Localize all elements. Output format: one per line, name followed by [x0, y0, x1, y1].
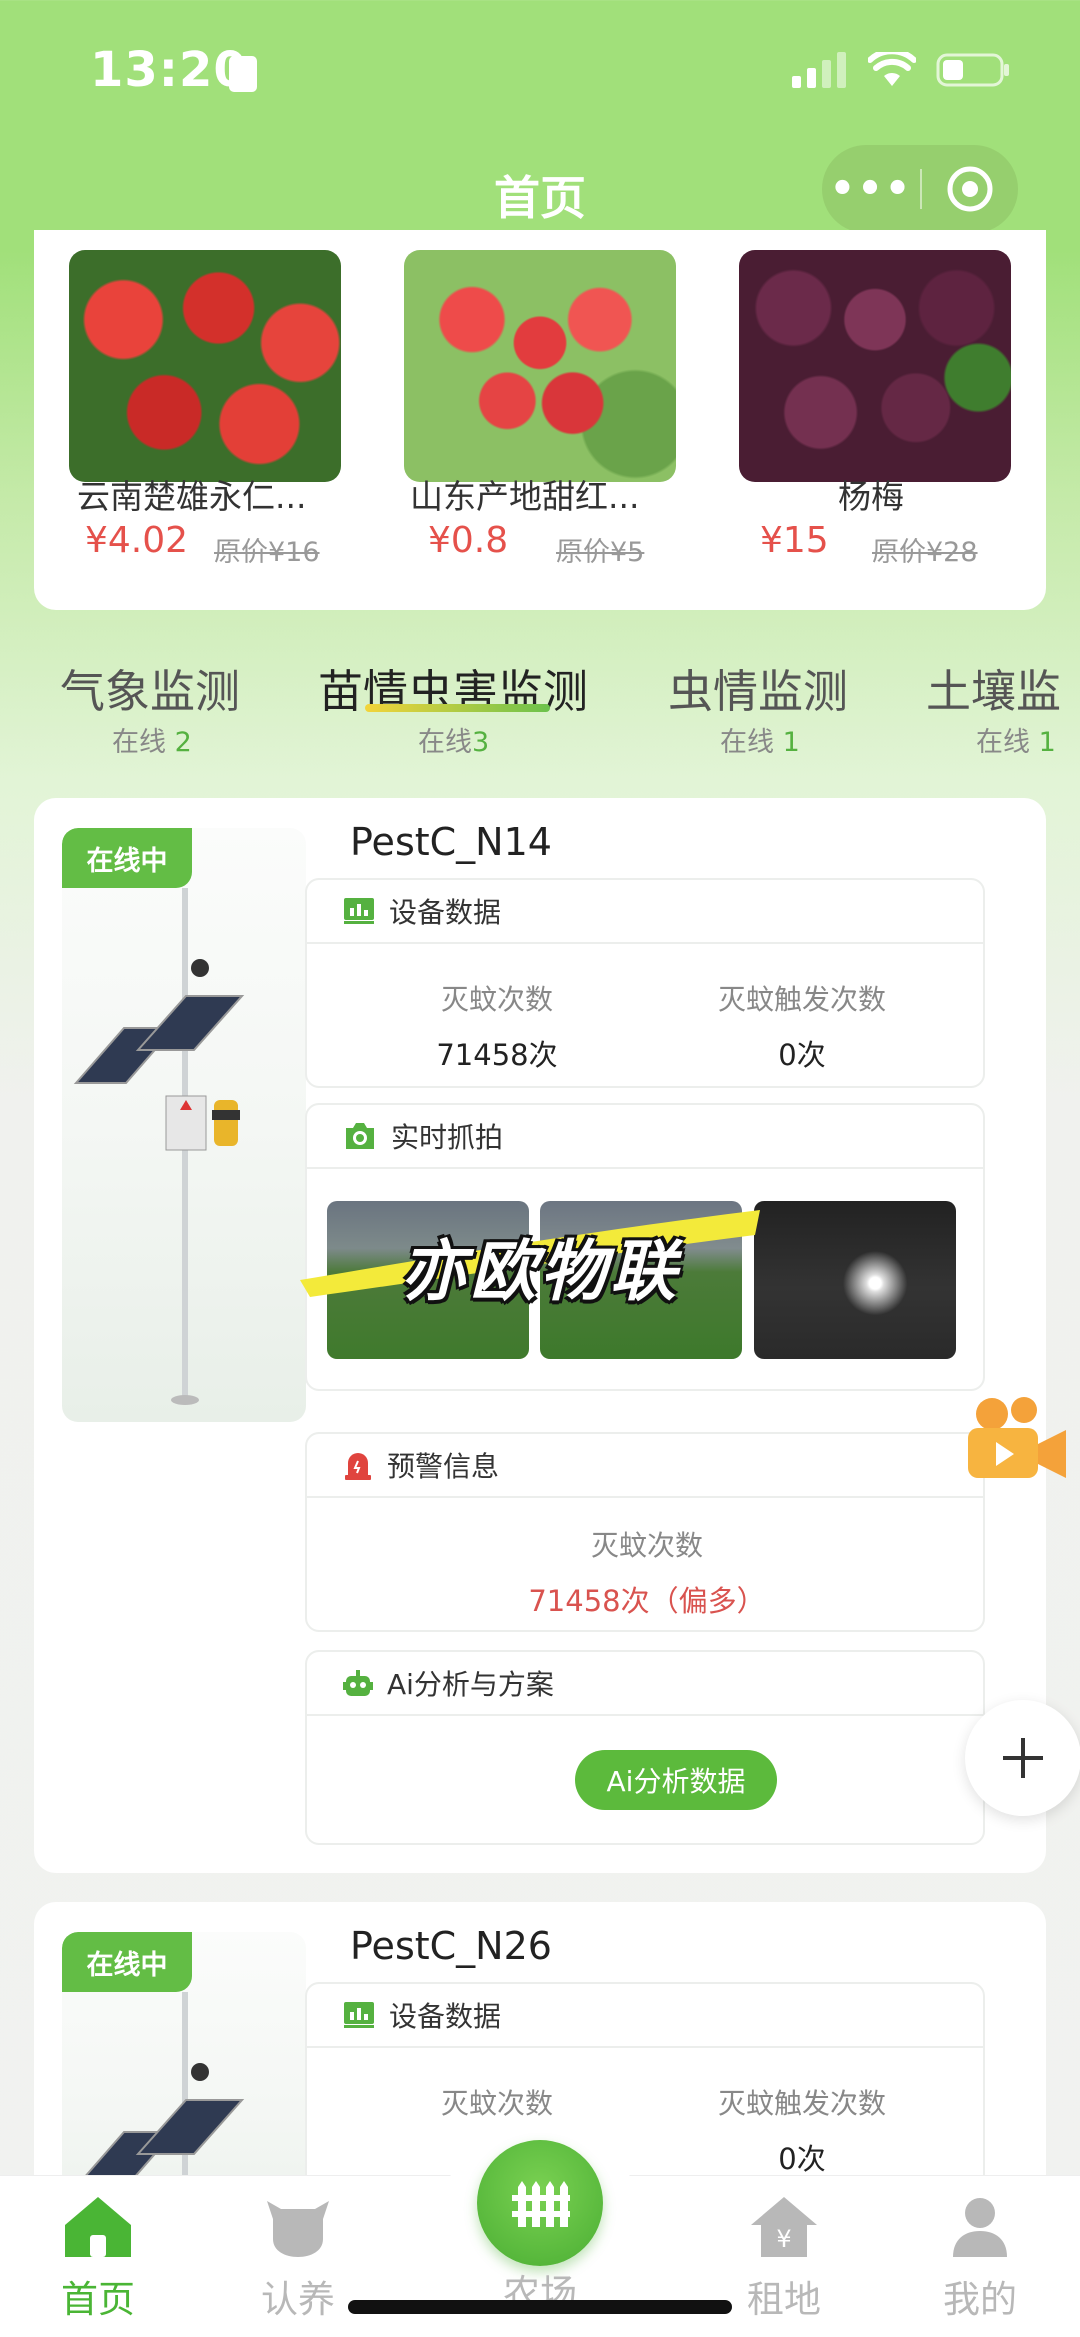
product-original-price: 原价¥5 [556, 537, 645, 568]
device-data-section: 设备数据 灭蚊次数74 灭蚊触发次数0次 [305, 1982, 985, 2192]
tabbar-lease[interactable]: ¥ 租地 [714, 2195, 854, 2323]
status-time: 13:20 [90, 42, 248, 98]
product-name[interactable]: 杨梅 [838, 470, 904, 518]
device-image: 在线中 [62, 828, 306, 1422]
tabbar-mine[interactable]: 我的 [910, 2195, 1050, 2323]
tab-insect-status: 在线 1 [720, 727, 800, 758]
stat-trigger-count: 灭蚊触发次数 0次 [717, 983, 886, 1072]
signal-icon [792, 52, 846, 88]
svg-text:¥: ¥ [776, 2225, 791, 2253]
device-name: PestC_N14 [350, 820, 552, 864]
product-original-price: 原价¥16 [214, 537, 320, 568]
home-icon [65, 2197, 131, 2257]
more-menu-button[interactable]: ••• [822, 166, 920, 212]
cow-icon [267, 2201, 329, 2257]
tab-insect[interactable]: 虫情监测 [668, 655, 848, 720]
device-name: PestC_N26 [350, 1924, 552, 1968]
alarm-icon [345, 1453, 371, 1480]
robot-icon [343, 1670, 373, 1696]
target-icon [947, 166, 993, 212]
house-yuan-icon: ¥ [751, 2197, 817, 2257]
product-price: ¥15 [760, 520, 829, 561]
tab-weather-status: 在线 2 [112, 727, 192, 758]
active-tab-indicator [365, 704, 550, 712]
ai-section: Ai分析与方案 [305, 1650, 985, 1845]
bayberry-image[interactable] [739, 250, 1011, 482]
alert-section: 预警信息 灭蚊次数 71458次（偏多） [305, 1432, 985, 1632]
section-title: 设备数据 [389, 896, 502, 929]
video-camera-icon[interactable] [962, 1396, 1070, 1492]
pest-lamp-pole-image [73, 888, 245, 1405]
section-title: Ai分析与方案 [387, 1668, 554, 1701]
tab-soil[interactable]: 土壤监 [926, 655, 1061, 720]
section-title: 设备数据 [389, 2000, 502, 2033]
product-name[interactable]: 云南楚雄永仁... [77, 470, 306, 518]
strawberry-image[interactable] [69, 250, 341, 482]
add-button[interactable] [965, 1700, 1080, 1816]
id-card-icon [229, 56, 257, 92]
product-original-price: 原价¥28 [872, 537, 978, 568]
ai-analysis-button[interactable]: Ai分析数据 [575, 1750, 777, 1810]
snapshot-photo[interactable] [754, 1201, 956, 1359]
tabbar-adopt[interactable]: 认养 [228, 2195, 368, 2323]
hawthorn-image[interactable] [404, 250, 676, 482]
tab-weather[interactable]: 气象监测 [60, 655, 240, 720]
stat-trigger-count: 灭蚊触发次数 0次 [717, 2087, 886, 2176]
tabbar-home[interactable]: 首页 [28, 2195, 168, 2323]
section-title: 预警信息 [387, 1450, 500, 1483]
battery-icon [936, 53, 1009, 87]
product-name[interactable]: 山东产地甜红... [410, 470, 639, 518]
section-title: 实时抓拍 [391, 1121, 504, 1154]
mini-program-capsule: ••• [822, 145, 1018, 233]
status-icons [792, 52, 1010, 88]
plus-icon [1003, 1738, 1043, 1778]
tab-seedling-pest-status: 在线3 [418, 727, 490, 758]
product-price: ¥0.8 [428, 520, 509, 561]
chart-icon [344, 2002, 374, 2028]
device-data-section: 设备数据 灭蚊次数 71458次 灭蚊触发次数 0次 [305, 878, 985, 1088]
alert-stat: 灭蚊次数 71458次（偏多） [528, 1529, 766, 1618]
close-button[interactable] [922, 164, 1018, 214]
home-indicator [348, 2300, 732, 2314]
chart-icon [344, 898, 374, 924]
wifi-icon [868, 52, 916, 86]
camera-icon [346, 1123, 374, 1149]
product-price: ¥4.02 [85, 520, 189, 561]
stat-kill-count: 灭蚊次数 71458次 [436, 983, 558, 1072]
user-icon [953, 2198, 1007, 2257]
tabbar-farm[interactable]: 农场 [470, 2195, 610, 2317]
tab-soil-status: 在线 1 [976, 727, 1056, 758]
watermark-text: 亦欧物联 [400, 1233, 680, 1310]
